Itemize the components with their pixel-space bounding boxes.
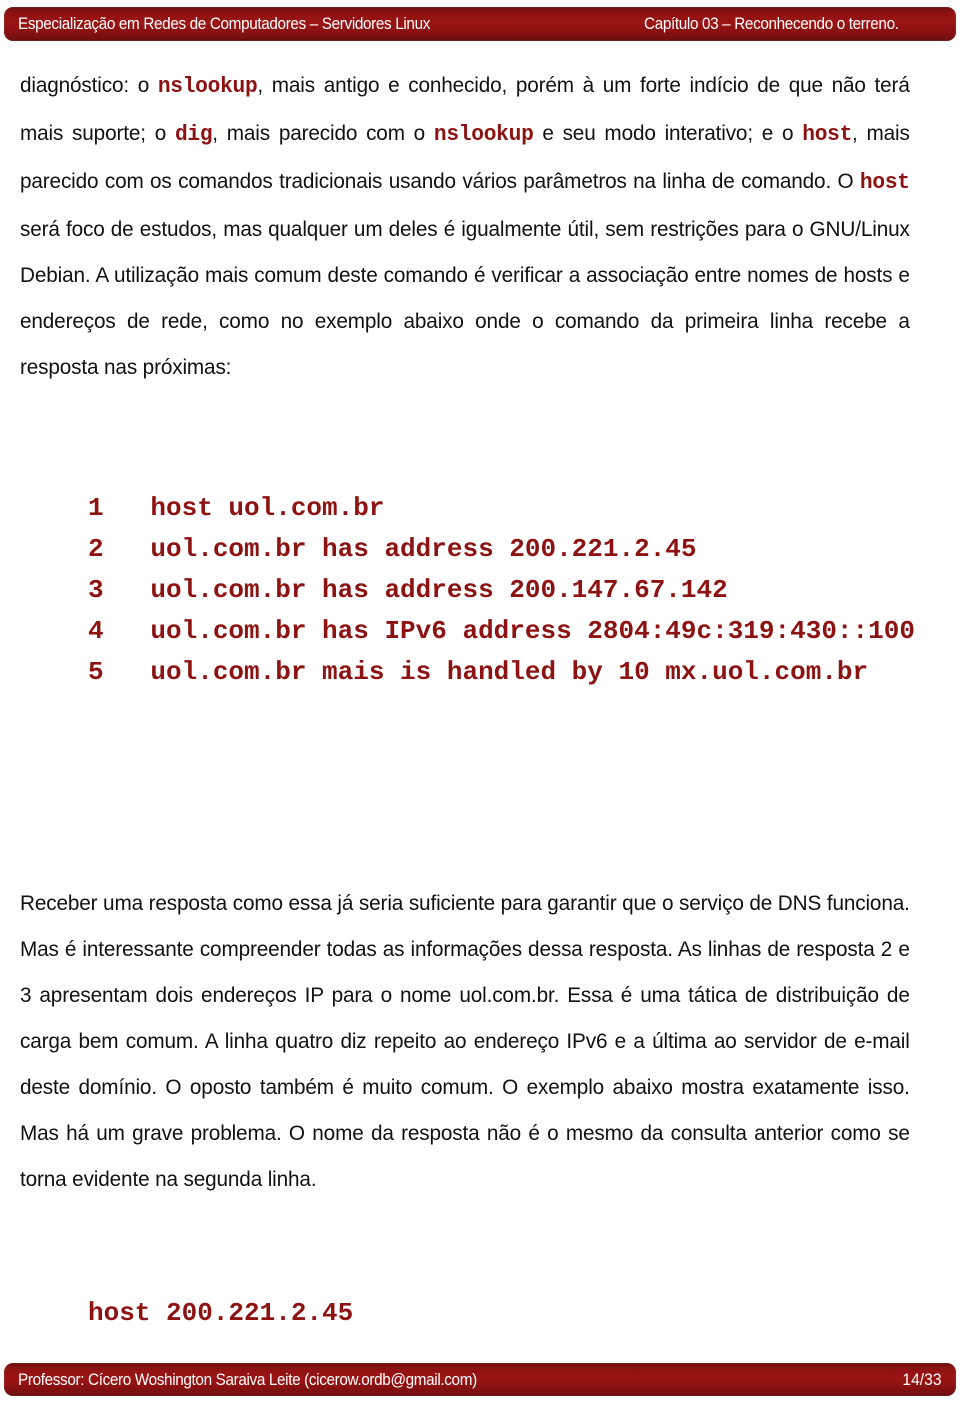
page-header-bar: Especialização em Redes de Computadores … [4, 7, 956, 41]
code-line: 3 uol.com.br has address 200.147.67.142 [88, 575, 728, 605]
code-block-reverse-query: host 200.221.2.45 [88, 1293, 918, 1334]
header-chapter-title: Capítulo 03 – Reconhecendo o terreno. [644, 14, 899, 33]
inline-code-nslookup: nslookup [157, 74, 258, 99]
text-run: , mais parecido com o [212, 121, 434, 145]
code-line: 5 uol.com.br mais is handled by 10 mx.uo… [88, 657, 869, 687]
inline-code-nslookup-2: nslookup [433, 122, 534, 147]
inline-code-host: host [802, 122, 853, 147]
text-run: será foco de estudos, mas qualquer um de… [20, 217, 910, 379]
text-run: diagnóstico: o [20, 73, 158, 97]
footer-page-number: 14/33 [902, 1369, 942, 1389]
inline-code-host-2: host [859, 170, 910, 195]
text-run: e seu modo interativo; e o [533, 121, 803, 145]
document-body: diagnóstico: o nslookup, mais antigo e c… [20, 62, 942, 390]
header-course-title: Especialização em Redes de Computadores … [18, 14, 431, 33]
paragraph-2: Receber uma resposta como essa já seria … [20, 891, 910, 1191]
code-line: 1 host uol.com.br [88, 493, 385, 523]
code-line: host 200.221.2.45 [88, 1298, 354, 1328]
inline-code-dig: dig [174, 122, 213, 147]
footer-professor-info: Professor: Cícero Woshington Saraiva Lei… [18, 1369, 477, 1389]
code-block-host-query: 1 host uol.com.br 2 uol.com.br has addres… [88, 488, 918, 693]
page-footer-bar: Professor: Cícero Woshington Saraiva Lei… [4, 1363, 956, 1396]
document-body-2: Receber uma resposta como essa já seria … [20, 880, 942, 1202]
code-line: 4 uol.com.br has IPv6 address 2804:49c:3… [88, 616, 915, 646]
paragraph-1: diagnóstico: o nslookup, mais antigo e c… [20, 62, 910, 390]
code-line: 2 uol.com.br has address 200.221.2.45 [88, 534, 697, 564]
